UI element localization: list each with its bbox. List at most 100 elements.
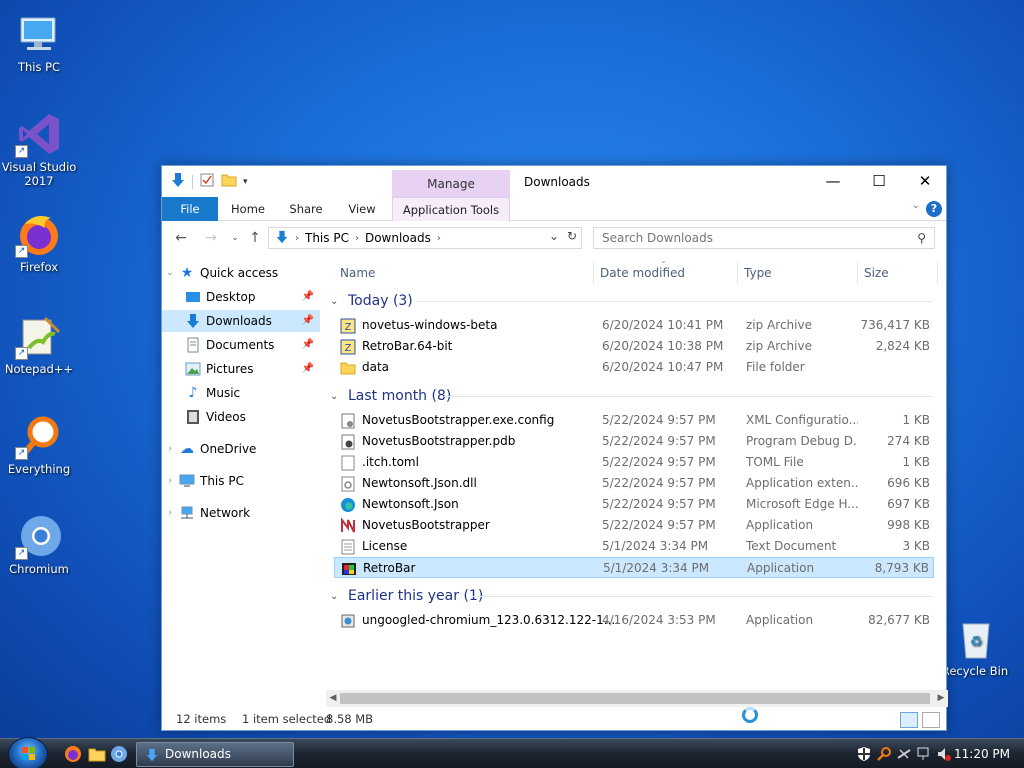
- column-header-name[interactable]: Name: [334, 262, 594, 284]
- nav-downloads[interactable]: Downloads 📌: [162, 310, 320, 332]
- file-row[interactable]: data 6/20/2024 10:47 PM File folder: [334, 357, 934, 378]
- nav-onedrive[interactable]: › ☁ OneDrive: [162, 438, 320, 460]
- new-folder-icon[interactable]: [221, 172, 237, 191]
- desktop-icon-visual-studio[interactable]: ↗ Visual Studio 2017: [0, 110, 78, 188]
- back-arrow-icon[interactable]: ←: [170, 227, 192, 249]
- file-type: Application: [746, 518, 814, 532]
- file-row[interactable]: NovetusBootstrapper.pdb 5/22/2024 9:57 P…: [334, 431, 934, 452]
- file-row[interactable]: NovetusBootstrapper 5/22/2024 9:57 PM Ap…: [334, 515, 934, 536]
- scroll-left-icon[interactable]: ◀: [326, 690, 340, 707]
- taskbar-button-downloads[interactable]: Downloads: [136, 742, 294, 767]
- divider: [192, 174, 193, 189]
- pin-icon[interactable]: 📌: [302, 358, 314, 380]
- properties-icon[interactable]: [199, 172, 215, 191]
- scroll-right-icon[interactable]: ▶: [934, 690, 948, 707]
- chevron-right-icon[interactable]: ›: [162, 438, 178, 460]
- file-row[interactable]: .itch.toml 5/22/2024 9:57 PM TOML File 1…: [334, 452, 934, 473]
- search-input[interactable]: Search Downloads ⚲: [593, 227, 935, 249]
- large-icons-view-icon[interactable]: [922, 712, 940, 728]
- group-header[interactable]: ⌄ Today (3): [330, 290, 413, 312]
- nav-quick-access[interactable]: ⌄ ★ Quick access: [162, 262, 320, 284]
- desktop-icon-chromium[interactable]: ↗ Chromium: [0, 512, 78, 576]
- file-explorer-icon[interactable]: [88, 745, 106, 763]
- network-icon: [178, 505, 196, 521]
- chevron-down-icon[interactable]: ⌄: [330, 391, 344, 402]
- nav-desktop[interactable]: Desktop 📌: [162, 286, 320, 308]
- group-header[interactable]: ⌄ Last month (8): [330, 385, 451, 407]
- chevron-down-icon[interactable]: ⌄: [330, 591, 344, 602]
- column-header-size[interactable]: Size: [858, 262, 938, 284]
- file-row[interactable]: ungoogled-chromium_123.0.6312.122-1.... …: [334, 610, 934, 631]
- horizontal-scrollbar[interactable]: ◀ ▶: [326, 690, 948, 707]
- maximize-button[interactable]: ☐: [856, 166, 902, 196]
- network-icon[interactable]: [916, 746, 932, 762]
- minimize-button[interactable]: —: [810, 166, 856, 196]
- pin-icon[interactable]: 📌: [302, 286, 314, 308]
- desktop-icon-label: Notepad++: [4, 362, 74, 376]
- up-arrow-icon[interactable]: ↑: [244, 227, 266, 249]
- forward-arrow-icon[interactable]: →: [200, 227, 222, 249]
- firefox-icon[interactable]: [64, 745, 82, 763]
- desktop-icon-this-pc[interactable]: This PC: [0, 10, 78, 74]
- file-name: License: [362, 539, 408, 553]
- nav-music[interactable]: ♪ Music: [162, 382, 320, 404]
- tab-manage[interactable]: Manage: [392, 170, 510, 197]
- column-header-date[interactable]: Date modified: [594, 262, 738, 284]
- search-icon[interactable]: [876, 746, 892, 762]
- pin-icon[interactable]: 📌: [302, 310, 314, 332]
- clock[interactable]: 11:20 PM: [954, 739, 1010, 768]
- address-dropdown-icon[interactable]: ⌄: [549, 229, 559, 243]
- file-row[interactable]: Z RetroBar.64-bit 6/20/2024 10:38 PM zip…: [334, 336, 934, 357]
- recent-locations-icon[interactable]: ⌄: [224, 227, 246, 249]
- breadcrumb-separator-icon[interactable]: ›: [293, 233, 301, 244]
- file-row[interactable]: NovetusBootstrapper.exe.config 5/22/2024…: [334, 410, 934, 431]
- help-icon[interactable]: ?: [926, 201, 942, 217]
- tab-view[interactable]: View: [338, 197, 386, 221]
- nav-pictures[interactable]: Pictures 📌: [162, 358, 320, 380]
- chevron-down-icon[interactable]: ⌄: [912, 200, 920, 211]
- tab-home[interactable]: Home: [224, 197, 272, 221]
- scrollbar-thumb[interactable]: [340, 693, 930, 704]
- file-row[interactable]: Z novetus-windows-beta 6/20/2024 10:41 P…: [334, 315, 934, 336]
- customize-qat-icon[interactable]: ▾: [243, 177, 248, 187]
- close-button[interactable]: ✕: [902, 166, 948, 196]
- breadcrumb-separator-icon[interactable]: ›: [435, 233, 443, 244]
- search-icon[interactable]: ⚲: [917, 228, 926, 248]
- pin-icon[interactable]: 📌: [302, 334, 314, 356]
- breadcrumb-this-pc[interactable]: This PC: [301, 231, 353, 245]
- tab-application-tools[interactable]: Application Tools: [392, 197, 510, 221]
- column-header-type[interactable]: Type: [738, 262, 858, 284]
- nav-label: OneDrive: [200, 442, 257, 456]
- start-button[interactable]: [8, 737, 48, 768]
- title-bar[interactable]: ▾ Manage Downloads — ☐ ✕: [162, 166, 948, 197]
- group-header[interactable]: ⌄ Earlier this year (1): [330, 585, 483, 607]
- file-date: 6/20/2024 10:41 PM: [602, 318, 724, 332]
- desktop-icon-everything[interactable]: ↗ Everything: [0, 412, 78, 476]
- refresh-icon[interactable]: ↻: [567, 229, 577, 243]
- tab-share[interactable]: Share: [282, 197, 330, 221]
- network-disconnected-icon[interactable]: [896, 746, 912, 762]
- breadcrumb-separator-icon[interactable]: ›: [353, 233, 361, 244]
- security-shield-icon[interactable]: [856, 746, 872, 762]
- chevron-right-icon[interactable]: ›: [162, 502, 178, 524]
- address-bar[interactable]: › This PC › Downloads › ⌄ ↻: [268, 227, 582, 249]
- chevron-down-icon[interactable]: ⌄: [162, 262, 178, 284]
- nav-network[interactable]: › Network: [162, 502, 320, 524]
- file-row[interactable]: Newtonsoft.Json 5/22/2024 9:57 PM Micros…: [334, 494, 934, 515]
- nav-videos[interactable]: Videos: [162, 406, 320, 428]
- desktop-icon-notepad-plus-plus[interactable]: ↗ Notepad++: [0, 312, 78, 376]
- file-row[interactable]: Newtonsoft.Json.dll 5/22/2024 9:57 PM Ap…: [334, 473, 934, 494]
- chromium-icon[interactable]: [110, 745, 128, 763]
- group-divider: [472, 596, 932, 597]
- chevron-right-icon[interactable]: ›: [162, 470, 178, 492]
- file-row-selected[interactable]: RetroBar 5/1/2024 3:34 PM Application 8,…: [334, 557, 934, 578]
- details-view-icon[interactable]: [900, 712, 918, 728]
- desktop-icon-firefox[interactable]: ↗ Firefox: [0, 210, 78, 274]
- tab-file[interactable]: File: [162, 197, 218, 221]
- chevron-down-icon[interactable]: ⌄: [330, 296, 344, 307]
- breadcrumb-downloads[interactable]: Downloads: [361, 231, 435, 245]
- file-row[interactable]: License 5/1/2024 3:34 PM Text Document 3…: [334, 536, 934, 557]
- nav-this-pc[interactable]: › This PC: [162, 470, 320, 492]
- nav-documents[interactable]: Documents 📌: [162, 334, 320, 356]
- volume-muted-icon[interactable]: [936, 746, 952, 762]
